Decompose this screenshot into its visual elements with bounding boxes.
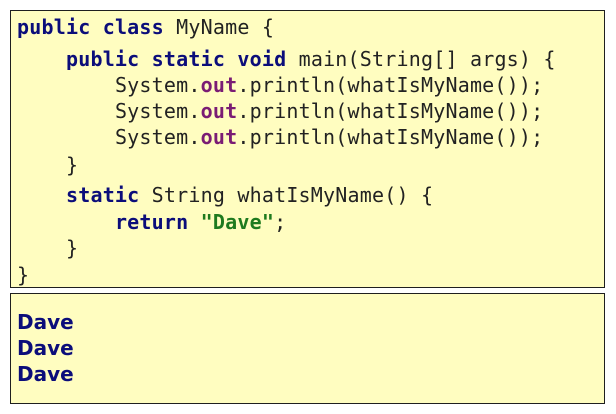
code-text: System. [114, 73, 201, 97]
field-out: out [200, 99, 238, 123]
code-line-4: System.out.println(whatIsMyName()); [17, 101, 543, 121]
keyword: public [17, 15, 91, 39]
code-line-2: public static void main(String[] args) { [17, 49, 556, 69]
field-out: out [200, 73, 238, 97]
code-text: MyName { [163, 15, 275, 39]
code-panel: public class MyName { public static void… [10, 10, 605, 288]
code-text: main(String[] args) { [286, 47, 556, 71]
code-text: .println(whatIsMyName()); [237, 125, 544, 149]
keyword: static [65, 183, 140, 207]
code-line-10: } [17, 263, 30, 287]
code-text: System. [114, 125, 201, 149]
output-line: Dave [17, 310, 74, 334]
string-literal: "Dave" [200, 210, 275, 234]
code-text: System. [114, 99, 201, 123]
keyword: return [114, 210, 189, 234]
code-line-1: public class MyName { [17, 17, 274, 37]
output-panel: Dave Dave Dave [10, 293, 605, 404]
field-out: out [200, 125, 238, 149]
code-text: String whatIsMyName() { [139, 183, 434, 207]
code-text: .println(whatIsMyName()); [237, 73, 544, 97]
output-line: Dave [17, 336, 74, 360]
output-line: Dave [17, 362, 74, 386]
code-text: .println(whatIsMyName()); [237, 99, 544, 123]
code-line-7: static String whatIsMyName() { [17, 185, 433, 205]
code-line-3: System.out.println(whatIsMyName()); [17, 75, 543, 95]
code-text: ; [274, 210, 287, 234]
code-line-5: System.out.println(whatIsMyName()); [17, 127, 543, 147]
code-line-9: } [17, 236, 79, 260]
code-line-8: return "Dave"; [17, 212, 286, 232]
keyword: void [237, 47, 287, 71]
code-line-6: } [17, 153, 79, 177]
keyword: public [65, 47, 140, 71]
keyword: class [102, 15, 164, 39]
keyword: static [151, 47, 226, 71]
